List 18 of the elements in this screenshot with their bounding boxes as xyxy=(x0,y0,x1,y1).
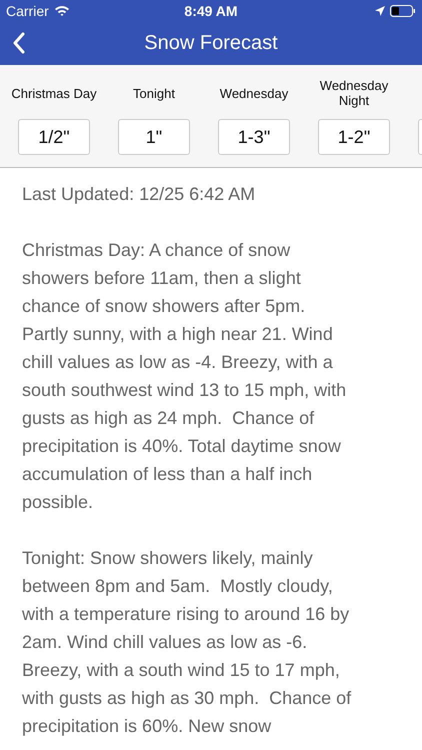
snow-amount: 1-2" xyxy=(318,119,390,155)
period-label: Christmas Day xyxy=(10,84,98,103)
snow-amount: 1" xyxy=(118,119,190,155)
location-icon xyxy=(374,6,385,16)
snow-amount: 1-3" xyxy=(218,119,290,155)
back-button[interactable] xyxy=(13,32,25,54)
period-label: Wednesday xyxy=(218,84,290,103)
battery-icon xyxy=(390,5,416,17)
snow-amount: 1/2" xyxy=(18,119,90,155)
forecast-paragraph: Tonight: Snow showers likely, mainly between 8pm and 5am. Mostly cloudy, with a temperature rising to around 16 by 2am. Wind chill values as low as -6. Breezy, with a south wind 15 to 17 mph, with gusts as high as 30 mph. Chance of precipitation is 60%. New snow xyxy=(22,547,352,738)
status-time: 8:49 AM xyxy=(184,3,238,19)
screen-title: Snow Forecast xyxy=(144,32,278,55)
forecast-paragraph: Christmas Day: A chance of snow showers before 11am, then a slight chance of snow showers after 5pm. Partly sunny, with a high near 21. Wind chill values as low as -4. Breezy, with a south southwest wind 13 to 15 mph, with gusts as high as 24 mph. Chance of precipitation is 40%. Total daytime snow accumulation of less than a half inch possible. xyxy=(22,239,348,514)
wifi-icon xyxy=(54,5,70,17)
period-label: Wednesday Night xyxy=(318,77,390,110)
period-label: Tonight xyxy=(132,84,176,103)
last-updated-text: Last Updated: 12/25 6:42 AM xyxy=(22,183,256,206)
carrier-name: Carrier xyxy=(6,3,49,19)
